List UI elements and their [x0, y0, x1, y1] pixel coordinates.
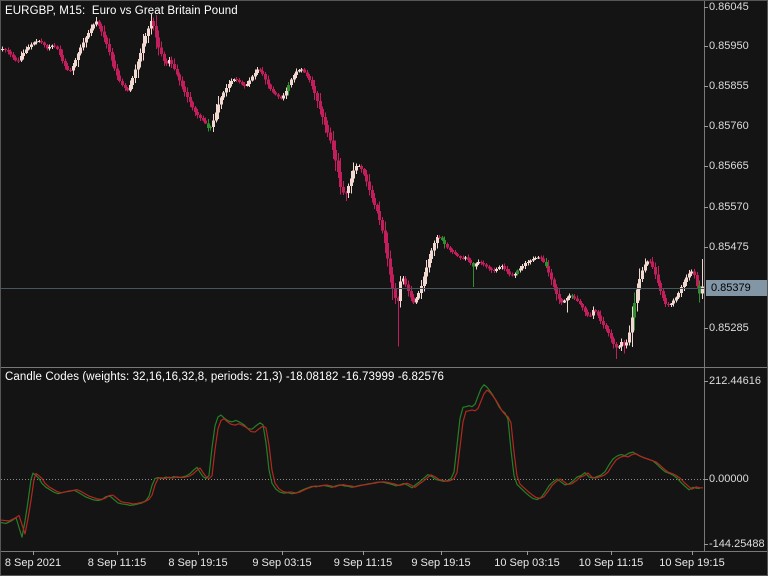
- price-axis-label: 0.85285: [709, 322, 749, 334]
- price-axis-label: 0.85760: [709, 120, 749, 132]
- time-axis-label: 9 Sep 11:15: [333, 557, 393, 569]
- price-axis-label: 0.85475: [709, 241, 749, 253]
- price-axis-label: 0.00000: [709, 473, 749, 485]
- chart-title: EURGBP, M15: Euro vs Great Britain Pound: [5, 5, 238, 17]
- price-axis-label: 0.85665: [709, 160, 749, 172]
- price-axis-label: 0.85950: [709, 40, 749, 52]
- time-axis-label: 8 Sep 11:15: [87, 557, 147, 569]
- indicator-title: Candle Codes (weights: 32,16,16,32,8, pe…: [5, 371, 445, 383]
- price-axis-label: -144.25488: [709, 538, 765, 550]
- current-price-label: 0.85379: [706, 280, 767, 296]
- price-axis-label: 0.86045: [709, 1, 749, 13]
- time-axis-label: 10 Sep 11:15: [578, 557, 644, 569]
- time-axis-label: 9 Sep 03:15: [252, 557, 312, 569]
- price-axis-label: 0.85855: [709, 80, 749, 92]
- time-axis-label: 8 Sep 2021: [4, 557, 62, 569]
- price-axis-label: 212.44616: [709, 375, 761, 387]
- price-panel[interactable]: [1, 1, 704, 367]
- price-axis-label: 0.85570: [709, 201, 749, 213]
- indicator-panel[interactable]: [1, 368, 704, 551]
- time-axis-label: 9 Sep 19:15: [411, 557, 471, 569]
- time-axis-label: 10 Sep 03:15: [494, 557, 560, 569]
- mt5-chart-window: EURGBP, M15: Euro vs Great Britain Pound…: [0, 0, 768, 576]
- time-axis-label: 8 Sep 19:15: [168, 557, 228, 569]
- time-axis-label: 10 Sep 19:15: [659, 557, 725, 569]
